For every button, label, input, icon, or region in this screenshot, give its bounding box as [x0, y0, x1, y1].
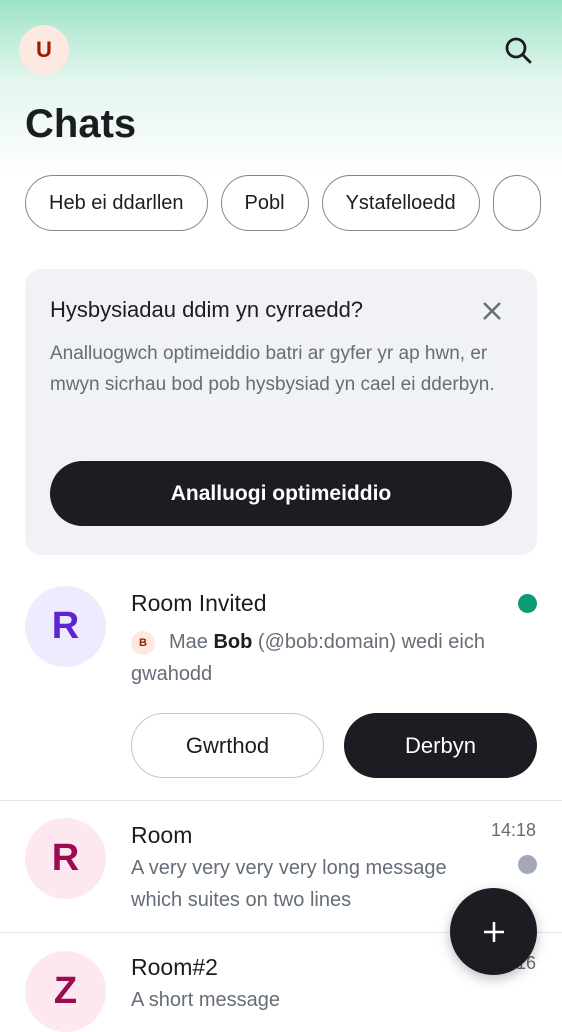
accept-button[interactable]: Derbyn	[344, 713, 537, 778]
filter-chips: Heb ei ddarllen Pobl Ystafelloedd	[25, 175, 541, 231]
header-background	[0, 0, 562, 180]
divider	[0, 800, 562, 801]
banner-text: Analluogwch optimeiddio batri ar gyfer y…	[50, 343, 495, 395]
invite-message: B Mae Bob (@bob:domain) wedi eich gwahodd	[131, 626, 531, 690]
room-message: A very very very very long message which…	[131, 857, 447, 911]
msg-prefix: Mae	[169, 631, 214, 653]
room-avatar: R	[25, 586, 106, 667]
decline-button[interactable]: Gwrthod	[131, 713, 324, 778]
page-title: Chats	[25, 102, 137, 146]
filter-people[interactable]: Pobl	[220, 175, 309, 231]
notification-banner: Hysbysiadau ddim yn cyrraedd? Analluogwc…	[25, 269, 537, 555]
new-chat-button[interactable]	[450, 888, 537, 975]
room-name: Room Invited	[131, 590, 267, 616]
filter-rooms[interactable]: Ystafelloedd	[321, 175, 480, 231]
search-icon[interactable]	[503, 35, 533, 65]
inviter-avatar: B	[131, 630, 155, 655]
unread-dot	[518, 594, 537, 613]
inviter-name: Bob	[213, 631, 253, 653]
room-name: Room#2	[131, 954, 218, 980]
disable-optimization-button[interactable]: Analluogi optimeiddio	[50, 461, 512, 526]
user-avatar[interactable]: U	[19, 25, 69, 75]
unread-dot	[518, 855, 537, 874]
room-avatar: Z	[25, 951, 106, 1032]
plus-icon	[483, 921, 504, 942]
room-time: 14:18	[490, 820, 536, 840]
close-icon[interactable]	[480, 299, 504, 323]
banner-title: Hysbysiadau ddim yn cyrraedd?	[50, 297, 364, 322]
filter-unread[interactable]: Heb ei ddarllen	[25, 175, 208, 231]
room-message: A short message	[131, 989, 280, 1011]
room-avatar: R	[25, 818, 106, 899]
filter-more[interactable]	[492, 175, 541, 231]
room-name: Room	[131, 822, 193, 848]
